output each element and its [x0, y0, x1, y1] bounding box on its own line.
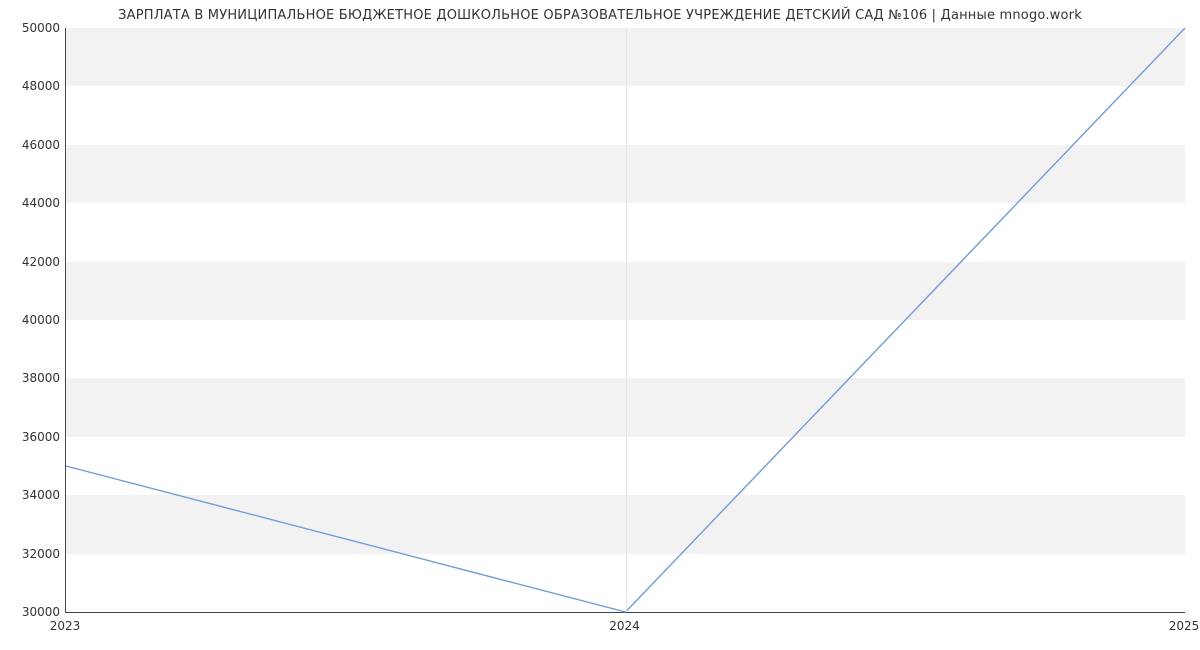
y-tick-label: 42000 — [5, 256, 60, 268]
x-gridline — [626, 28, 627, 612]
y-tick-label: 40000 — [5, 314, 60, 326]
chart-title: ЗАРПЛАТА В МУНИЦИПАЛЬНОЕ БЮДЖЕТНОЕ ДОШКО… — [0, 8, 1200, 23]
x-tick-label: 2024 — [609, 620, 640, 632]
x-tick-label: 2023 — [50, 620, 81, 632]
y-tick-label: 38000 — [5, 372, 60, 384]
plot-area — [65, 28, 1185, 613]
y-tick-label: 32000 — [5, 548, 60, 560]
y-tick-label: 48000 — [5, 80, 60, 92]
y-tick-label: 34000 — [5, 489, 60, 501]
chart-container: ЗАРПЛАТА В МУНИЦИПАЛЬНОЕ БЮДЖЕТНОЕ ДОШКО… — [0, 0, 1200, 650]
y-tick-label: 36000 — [5, 431, 60, 443]
y-tick-label: 46000 — [5, 139, 60, 151]
y-tick-label: 30000 — [5, 606, 60, 618]
y-tick-label: 50000 — [5, 22, 60, 34]
y-tick-label: 44000 — [5, 197, 60, 209]
x-tick-label: 2025 — [1169, 620, 1200, 632]
